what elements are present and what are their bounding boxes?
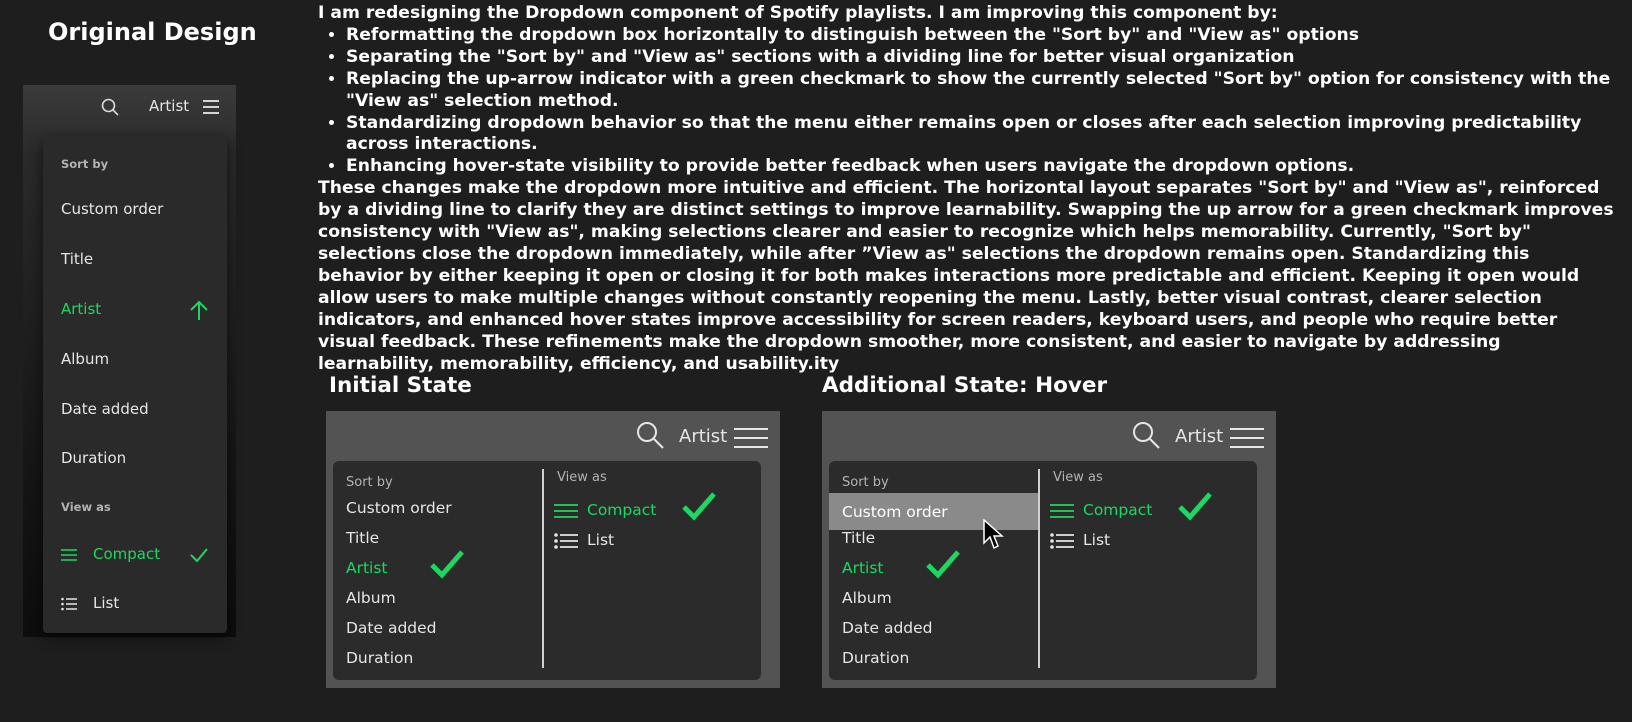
list-view-icon — [61, 597, 77, 611]
description: I am redesigning the Dropdown component … — [318, 3, 1618, 375]
initial-state-title: Initial State — [329, 373, 472, 398]
sort-option-title[interactable]: Title — [346, 529, 379, 547]
sort-option-custom-order[interactable]: Custom order — [842, 503, 948, 521]
sort-option-title[interactable]: Title — [842, 529, 875, 547]
compact-view-icon — [61, 549, 77, 561]
improvement-item: Separating the "Sort by" and "View as" s… — [346, 47, 1618, 69]
sort-option-album[interactable]: Album — [346, 589, 396, 607]
sort-option-artist[interactable]: Artist — [842, 559, 884, 577]
sort-option-date-added[interactable]: Date added — [346, 619, 437, 637]
original-dropdown-panel: Sort by Custom order Title Artist Album … — [43, 136, 227, 633]
improvement-item: Replacing the up-arrow indicator with a … — [346, 69, 1618, 113]
view-option-list[interactable]: List — [93, 594, 119, 612]
sort-option-album[interactable]: Album — [842, 589, 892, 607]
sort-by-heading: Sort by — [61, 157, 109, 171]
sort-trigger-label[interactable]: Artist — [1175, 426, 1223, 447]
view-option-list[interactable]: List — [1083, 531, 1110, 549]
hamburger-menu-icon[interactable] — [734, 427, 768, 449]
sort-option-date-added[interactable]: Date added — [842, 619, 933, 637]
improvement-item: Enhancing hover-state visibility to prov… — [346, 156, 1618, 178]
view-option-compact[interactable]: Compact — [587, 501, 656, 519]
checkmark-icon — [1178, 492, 1212, 521]
checkmark-icon — [430, 550, 464, 579]
hamburger-menu-icon[interactable] — [202, 99, 220, 115]
hover-state-mockup: Artist Sort by Custom order Title Artist… — [822, 411, 1276, 688]
original-design-mockup: Artist Sort by Custom order Title Artist… — [23, 85, 236, 637]
list-view-icon — [554, 533, 578, 549]
hamburger-menu-icon[interactable] — [1230, 427, 1264, 449]
sort-by-heading: Sort by — [346, 475, 393, 490]
view-as-heading: View as — [1053, 470, 1103, 485]
sort-by-heading: Sort by — [842, 475, 889, 490]
improvement-list: Reformatting the dropdown box horizontal… — [318, 25, 1618, 178]
view-as-heading: View as — [557, 470, 607, 485]
section-divider — [1038, 469, 1040, 668]
sort-trigger-label[interactable]: Artist — [679, 426, 727, 447]
mouse-cursor-icon — [983, 519, 1004, 550]
compact-view-icon — [1050, 504, 1074, 518]
improvement-item: Standardizing dropdown behavior so that … — [346, 113, 1618, 157]
improvement-item: Reformatting the dropdown box horizontal… — [346, 25, 1618, 47]
sort-option-album[interactable]: Album — [61, 350, 109, 368]
sort-option-artist[interactable]: Artist — [346, 559, 388, 577]
arrow-up-icon — [190, 300, 208, 320]
description-body: These changes make the dropdown more int… — [318, 178, 1614, 374]
view-as-heading: View as — [61, 500, 111, 514]
sort-trigger-label[interactable]: Artist — [149, 97, 189, 115]
view-option-compact[interactable]: Compact — [93, 545, 160, 563]
view-option-compact[interactable]: Compact — [1083, 501, 1152, 519]
search-icon[interactable] — [1132, 421, 1160, 449]
checkmark-icon — [682, 492, 716, 521]
hover-state-title: Additional State: Hover — [822, 373, 1108, 398]
description-intro: I am redesigning the Dropdown component … — [318, 3, 1278, 23]
search-icon[interactable] — [636, 421, 664, 449]
checkmark-icon — [190, 548, 208, 563]
initial-state-mockup: Artist Sort by Custom order Title Artist… — [326, 411, 780, 688]
section-divider — [542, 469, 544, 668]
list-view-icon — [1050, 533, 1074, 549]
original-header: Artist — [23, 85, 236, 135]
dropdown-panel: Sort by Custom order Title Artist Album … — [333, 461, 761, 680]
sort-option-duration[interactable]: Duration — [346, 649, 413, 667]
sort-option-title[interactable]: Title — [61, 250, 93, 268]
sort-option-custom-order[interactable]: Custom order — [61, 200, 163, 218]
sort-option-duration[interactable]: Duration — [61, 449, 126, 467]
dropdown-panel: Sort by Custom order Title Artist Album … — [829, 461, 1257, 680]
original-design-title: Original Design — [48, 18, 257, 46]
checkmark-icon — [926, 550, 960, 579]
search-icon[interactable] — [101, 98, 119, 116]
view-option-list[interactable]: List — [587, 531, 614, 549]
compact-view-icon — [554, 504, 578, 518]
sort-option-custom-order[interactable]: Custom order — [346, 499, 452, 517]
sort-option-duration[interactable]: Duration — [842, 649, 909, 667]
mockup-header: Artist — [822, 411, 1276, 461]
sort-option-date-added[interactable]: Date added — [61, 400, 149, 418]
sort-option-artist[interactable]: Artist — [61, 300, 101, 318]
mockup-header: Artist — [326, 411, 780, 461]
